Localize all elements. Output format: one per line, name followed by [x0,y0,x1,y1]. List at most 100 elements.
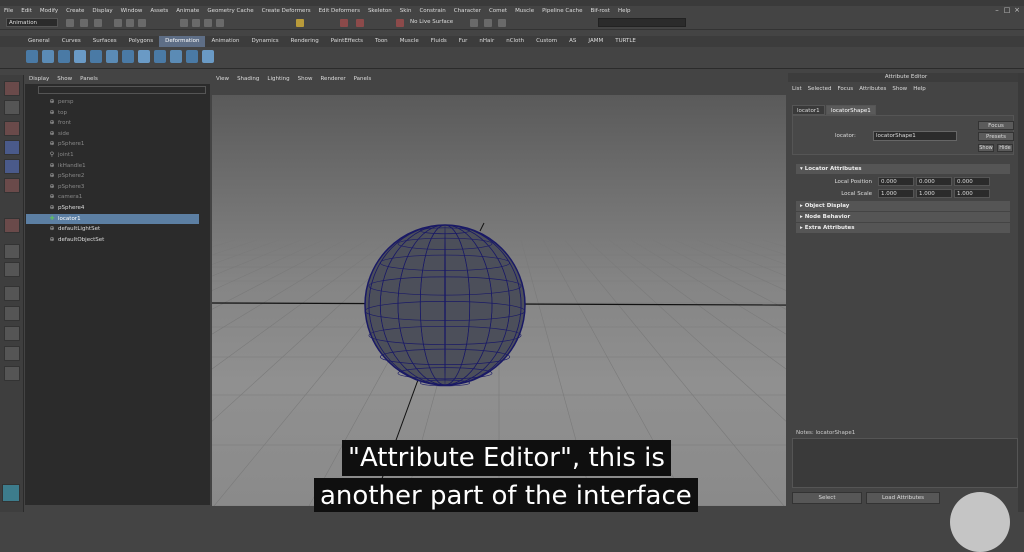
select-component-icon[interactable] [138,19,146,27]
snap-plane-icon[interactable] [216,19,224,27]
outliner-item[interactable]: ⊕ defaultObjectSet [26,235,199,246]
viewport-menu-renderer[interactable]: Renderer [320,75,345,83]
outliner-menu-display[interactable]: Display [29,75,49,84]
rotate-tool-icon[interactable] [4,159,20,174]
hypershade-layout-icon[interactable] [4,326,20,341]
sculpt-icon[interactable] [202,50,214,63]
shelf-tab-muscle[interactable]: Muscle [394,36,425,47]
custom-layout-icon[interactable] [4,366,20,381]
outliner-item[interactable]: ⊕ pSphere2 [26,171,199,182]
menu-skin[interactable]: Skin [400,8,412,14]
menu-set-dropdown[interactable]: Animation [6,18,58,27]
new-scene-icon[interactable] [66,19,74,27]
menu-muscle[interactable]: Muscle [515,8,534,14]
outliner-layout-icon[interactable] [4,286,20,301]
last-tool-icon[interactable] [4,218,20,233]
shelf-tab-curves[interactable]: Curves [56,36,87,47]
ae-menu-attributes[interactable]: Attributes [859,86,886,92]
twist-icon[interactable] [138,50,150,63]
bend-icon[interactable] [74,50,86,63]
shelf-tab-surfaces[interactable]: Surfaces [87,36,123,47]
menu-assets[interactable]: Assets [150,8,168,14]
outliner-item[interactable]: ✚ locator1 [26,213,199,225]
local-position-y[interactable]: 0.000 [916,177,952,186]
show-button[interactable]: Show [978,144,994,152]
viewport-menu-lighting[interactable]: Lighting [267,75,289,83]
outliner-item[interactable]: ⊕ persp [26,97,199,108]
outliner-item[interactable]: ⊕ top [26,108,199,119]
wave-icon[interactable] [154,50,166,63]
shelf-tab-dynamics[interactable]: Dynamics [246,36,285,47]
minimize-icon[interactable]: – [992,6,1002,14]
squash-icon[interactable] [122,50,134,63]
tool-settings-icon[interactable] [498,19,506,27]
section-object-display[interactable]: ▸ Object Display [796,201,1010,211]
shelf-tab-jamm[interactable]: JAMM [582,36,609,47]
shelf-tab-rendering[interactable]: Rendering [285,36,325,47]
shelf-tab-turtle[interactable]: TURTLE [609,36,642,47]
hide-button[interactable]: Hide [997,144,1013,152]
ae-menu-help[interactable]: Help [913,86,926,92]
node-name-field[interactable]: locatorShape1 [873,131,957,141]
outliner-item[interactable]: ⊕ ikHandle1 [26,161,199,172]
local-scale-z[interactable]: 1.000 [954,189,990,198]
outliner-menu-show[interactable]: Show [57,75,72,84]
outliner-item[interactable]: ⚲ joint1 [26,150,199,161]
shelf-tab-as[interactable]: AS [563,36,582,47]
menu-edit-deformers[interactable]: Edit Deformers [319,8,360,14]
section-node-behavior[interactable]: ▸ Node Behavior [796,212,1010,222]
focus-button[interactable]: Focus [978,121,1014,130]
menu-animate[interactable]: Animate [176,8,199,14]
graph-layout-icon[interactable] [4,306,20,321]
ae-menu-focus[interactable]: Focus [837,86,853,92]
select-hierarchy-icon[interactable] [114,19,122,27]
menu-create-deformers[interactable]: Create Deformers [262,8,311,14]
ae-tab-locatorshape1[interactable]: locatorShape1 [826,105,876,115]
close-icon[interactable]: × [1012,6,1022,14]
section-locator-attributes[interactable]: ▾ Locator Attributes [796,164,1010,174]
magnet-icon[interactable] [396,19,404,27]
lasso-tool-icon[interactable] [4,100,20,115]
four-view-layout-icon[interactable] [4,262,20,277]
shelf-tab-fluids[interactable]: Fluids [425,36,453,47]
viewport-menu-show[interactable]: Show [298,75,313,83]
shelf-tab-polygons[interactable]: Polygons [123,36,159,47]
outliner-item[interactable]: ⊕ camera1 [26,192,199,203]
save-scene-icon[interactable] [94,19,102,27]
snap-point-icon[interactable] [204,19,212,27]
wrap-icon[interactable] [186,50,198,63]
outliner-search-input[interactable] [38,86,206,94]
shelf-tab-fur[interactable]: Fur [453,36,474,47]
ae-tab-locator1[interactable]: locator1 [792,105,825,115]
paint-select-icon[interactable] [4,121,20,136]
viewport-menu-shading[interactable]: Shading [237,75,259,83]
ae-menu-selected[interactable]: Selected [808,86,832,92]
presets-button[interactable]: Presets [978,132,1014,141]
local-scale-y[interactable]: 1.000 [916,189,952,198]
flare-icon[interactable] [90,50,102,63]
viewport-menu-panels[interactable]: Panels [354,75,372,83]
shelf-tab-animation[interactable]: Animation [205,36,245,47]
menu-edit[interactable]: Edit [21,8,32,14]
menu-modify[interactable]: Modify [40,8,58,14]
attribute-editor-icon[interactable] [484,19,492,27]
ipr-render-icon[interactable] [356,19,364,27]
shelf-tab-custom[interactable]: Custom [530,36,563,47]
single-perspective-layout-icon[interactable] [4,244,20,259]
viewport-menu-view[interactable]: View [216,75,229,83]
shelf-tab-ncloth[interactable]: nCloth [500,36,530,47]
select-object-icon[interactable] [126,19,134,27]
select-tool-icon[interactable] [4,81,20,96]
load-attributes-button[interactable]: Load Attributes [866,492,940,504]
outliner-item[interactable]: ⊕ side [26,129,199,140]
local-scale-x[interactable]: 1.000 [878,189,914,198]
menu-geometry-cache[interactable]: Geometry Cache [207,8,253,14]
history-icon[interactable] [296,19,304,27]
side-tab-strip[interactable] [1018,73,1024,512]
shelf-tab-nhair[interactable]: nHair [473,36,500,47]
shelf-tab-toon[interactable]: Toon [369,36,394,47]
outliner-item[interactable]: ⊕ pSphere3 [26,182,199,193]
outliner-item[interactable]: ⊕ defaultLightSet [26,224,199,235]
lattice-icon[interactable] [42,50,54,63]
ae-menu-show[interactable]: Show [892,86,907,92]
